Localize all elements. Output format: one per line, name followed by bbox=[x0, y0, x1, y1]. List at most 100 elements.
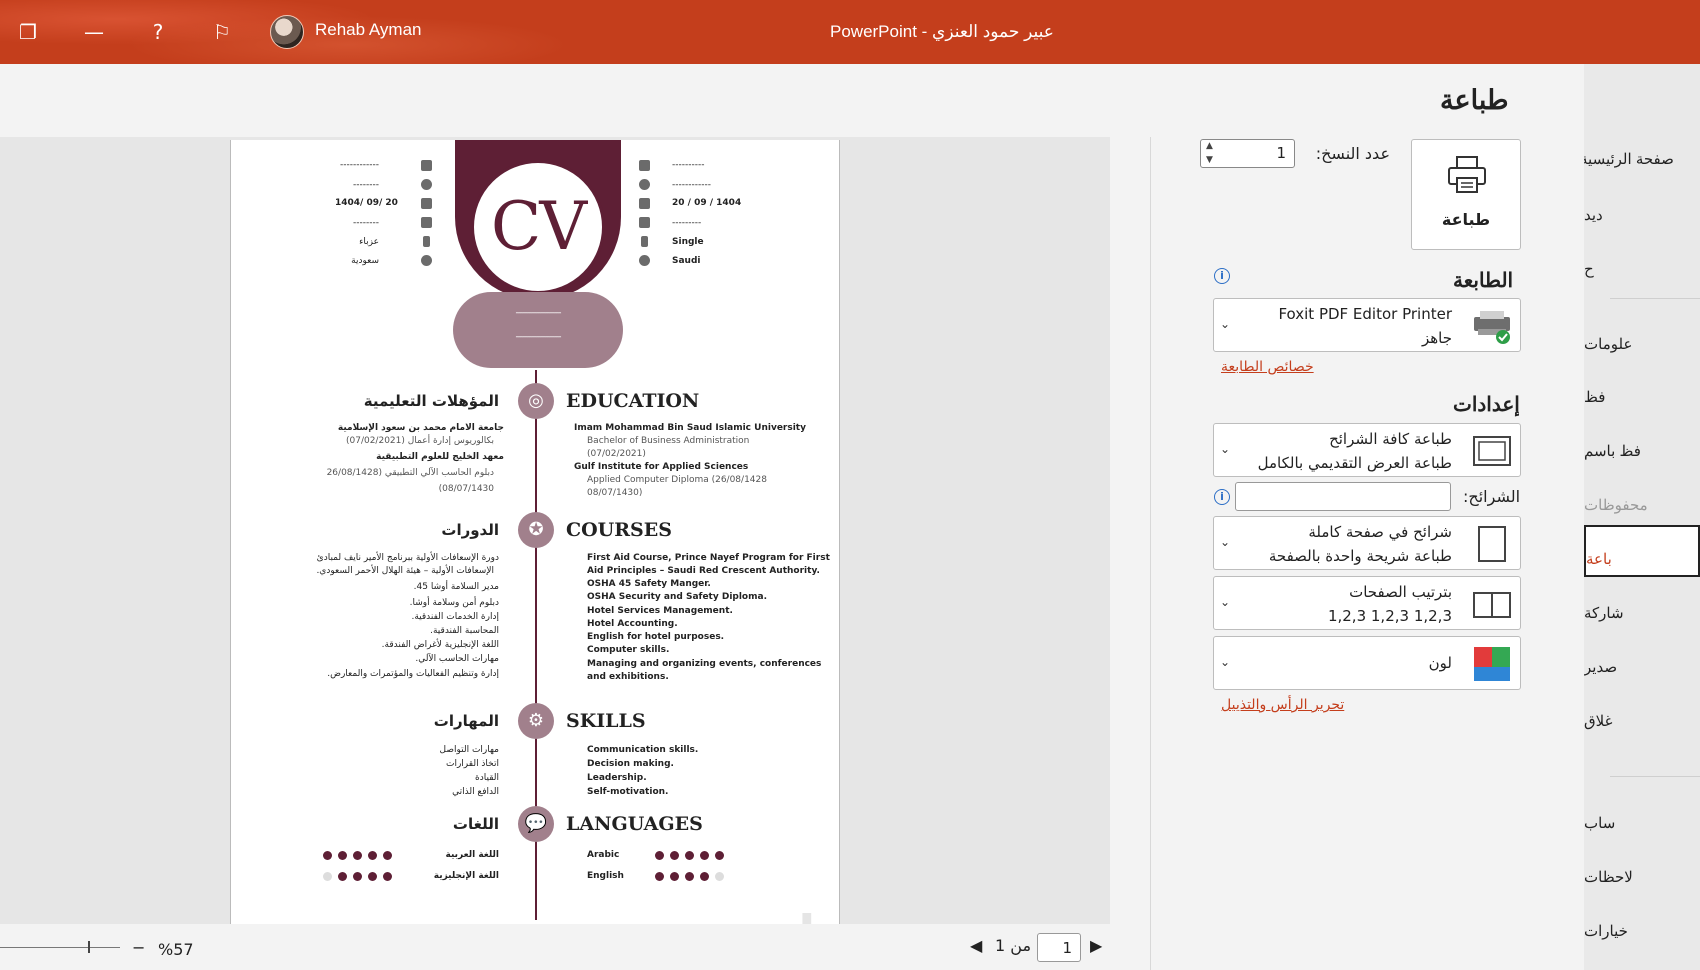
level-dot bbox=[383, 872, 392, 881]
level-dot bbox=[700, 851, 709, 860]
copies-label: عدد النسخ: bbox=[1315, 144, 1390, 163]
course-en-line: Hotel Services Management. bbox=[587, 606, 733, 616]
nav-share[interactable]: شاركة bbox=[1584, 594, 1700, 634]
course-en-line: OSHA Security and Safety Diploma. bbox=[587, 592, 767, 602]
nav-close[interactable]: غلاق bbox=[1584, 702, 1700, 742]
info-icon[interactable]: i bbox=[1214, 489, 1230, 505]
edu-en-line: Applied Computer Diploma (26/08/1428 bbox=[587, 475, 767, 485]
info-icon[interactable]: i bbox=[1214, 268, 1230, 284]
level-dot bbox=[338, 872, 347, 881]
course-en-line: First Aid Course, Prince Nayef Program f… bbox=[587, 553, 830, 563]
course-en-line: Computer skills. bbox=[587, 645, 670, 655]
edu-ar-line: دبلوم الحاسب الآلي التطبيقي (26/08/1428 bbox=[326, 468, 494, 478]
cv-title-placeholder: -------------------- bbox=[515, 332, 562, 342]
nav-save[interactable]: فظ bbox=[1584, 378, 1700, 418]
level-dot bbox=[353, 872, 362, 881]
print-range-dropdown[interactable]: طباعة كافة الشرائح طباعة العرض التقديمي … bbox=[1213, 423, 1521, 477]
skill-en-line: Self-motivation. bbox=[587, 787, 669, 797]
feedback-icon[interactable]: ⚐ bbox=[208, 18, 236, 46]
page-title: طباعة bbox=[1440, 85, 1509, 115]
nav-separator bbox=[1610, 776, 1700, 777]
header-footer-link[interactable]: تحرير الرأس والتذييل bbox=[1221, 697, 1344, 713]
level-dot bbox=[670, 872, 679, 881]
zoom-slider[interactable] bbox=[0, 947, 120, 948]
zoom-level[interactable]: %57 bbox=[158, 940, 194, 959]
phone-icon bbox=[421, 179, 432, 190]
info-nationality-en: Saudi bbox=[672, 256, 701, 266]
page-number-input[interactable]: 1 bbox=[1037, 933, 1081, 962]
minimize-icon[interactable]: — bbox=[80, 18, 108, 46]
person-icon bbox=[423, 236, 430, 247]
envelope-icon bbox=[421, 160, 432, 171]
nav-info[interactable]: علومات bbox=[1584, 325, 1700, 365]
level-dot bbox=[383, 851, 392, 860]
restore-icon[interactable]: ❐ bbox=[14, 18, 42, 46]
nav-print[interactable]: باعة bbox=[1586, 540, 1700, 580]
info-date-en: 20 / 09 / 1404 bbox=[672, 198, 742, 208]
color-dropdown[interactable]: لون ⌄ bbox=[1213, 636, 1521, 690]
zoom-slider-thumb[interactable] bbox=[88, 941, 90, 953]
spin-down-icon[interactable]: ▼ bbox=[1206, 155, 1213, 165]
prev-page-icon[interactable]: ◀ bbox=[970, 936, 982, 955]
level-dot bbox=[715, 872, 724, 881]
printer-properties-link[interactable]: خصائص الطابعة bbox=[1221, 359, 1314, 375]
nav-account[interactable]: ساب bbox=[1584, 804, 1700, 844]
skill-en-line: Decision making. bbox=[587, 759, 674, 769]
nav-save-as[interactable]: فظ باسم bbox=[1584, 432, 1700, 472]
print-button[interactable]: طباعة bbox=[1411, 139, 1521, 250]
next-page-icon[interactable]: ▶ bbox=[1090, 936, 1102, 955]
zoom-out-button[interactable]: − bbox=[132, 938, 145, 957]
color-icon bbox=[1474, 647, 1510, 681]
info-phone-ar: -------- bbox=[353, 180, 379, 190]
nav-open[interactable]: ح bbox=[1584, 250, 1700, 290]
slides-input[interactable] bbox=[1235, 482, 1451, 511]
help-icon[interactable]: ? bbox=[144, 18, 172, 46]
info-nationality-ar: سعودية bbox=[351, 256, 379, 266]
level-dot bbox=[670, 851, 679, 860]
printer-dropdown[interactable]: Foxit PDF Editor Printer جاهز ⌄ bbox=[1213, 298, 1521, 352]
level-dot bbox=[685, 872, 694, 881]
course-ar-line: إدارة الخدمات الفندقية. bbox=[411, 612, 499, 622]
course-en-line: English for hotel purposes. bbox=[587, 632, 725, 642]
level-dot bbox=[338, 851, 347, 860]
lang-en-line: Arabic bbox=[587, 850, 620, 860]
nav-feedback[interactable]: لاحظات bbox=[1584, 858, 1700, 898]
lang-level-dots bbox=[655, 851, 724, 860]
print-button-label: طباعة bbox=[1441, 210, 1491, 229]
settings-section-title: إعدادات bbox=[1453, 394, 1520, 416]
copies-input[interactable]: 1 bbox=[1200, 139, 1295, 168]
course-ar-line: دبلوم أمن وسلامة أوشا. bbox=[409, 598, 499, 608]
collate-dropdown[interactable]: بترتيب الصفحات 1,2,3 1,2,3 1,2,3 ⌄ bbox=[1213, 576, 1521, 630]
skill-en-line: Communication skills. bbox=[587, 745, 699, 755]
skill-en-line: Leadership. bbox=[587, 773, 647, 783]
avatar[interactable] bbox=[270, 15, 304, 49]
course-en-line: Managing and organizing events, conferen… bbox=[587, 659, 822, 669]
phone-icon bbox=[639, 179, 650, 190]
nav-history[interactable]: محفوظات bbox=[1584, 486, 1700, 526]
all-slides-icon bbox=[1473, 436, 1511, 466]
info-status-ar: عزباء bbox=[359, 237, 379, 247]
gear-icon: ⚙ bbox=[518, 703, 554, 739]
spin-up-icon[interactable]: ▲ bbox=[1206, 141, 1213, 151]
lang-level-dots bbox=[323, 851, 392, 860]
collate-title: بترتيب الصفحات bbox=[1349, 583, 1452, 601]
edu-en-line: 08/07/1430) bbox=[587, 488, 643, 498]
level-dot bbox=[368, 851, 377, 860]
user-name[interactable]: Rehab Ayman bbox=[315, 20, 421, 40]
courses-title-ar: الدورات bbox=[441, 521, 499, 539]
print-range-desc: طباعة العرض التقديمي بالكامل bbox=[1257, 454, 1452, 472]
person-icon bbox=[641, 236, 648, 247]
skill-ar-line: اتخاذ القرارات bbox=[445, 759, 499, 769]
printer-name: Foxit PDF Editor Printer bbox=[1278, 305, 1452, 323]
nav-options[interactable]: خيارات bbox=[1584, 912, 1700, 952]
edu-ar-line: 08/07/1430) bbox=[438, 484, 494, 494]
nav-new[interactable]: ديد bbox=[1584, 196, 1700, 236]
chat-icon: 💬 bbox=[518, 806, 554, 842]
nav-export[interactable]: صدير bbox=[1584, 648, 1700, 688]
layout-dropdown[interactable]: شرائح في صفحة كاملة طباعة شريحة واحدة با… bbox=[1213, 516, 1521, 570]
level-dot bbox=[685, 851, 694, 860]
chevron-down-icon: ⌄ bbox=[1220, 535, 1231, 549]
nav-home[interactable]: صفحة الرئيسية bbox=[1584, 140, 1700, 180]
level-dot bbox=[700, 872, 709, 881]
lang-level-dots bbox=[323, 872, 392, 881]
